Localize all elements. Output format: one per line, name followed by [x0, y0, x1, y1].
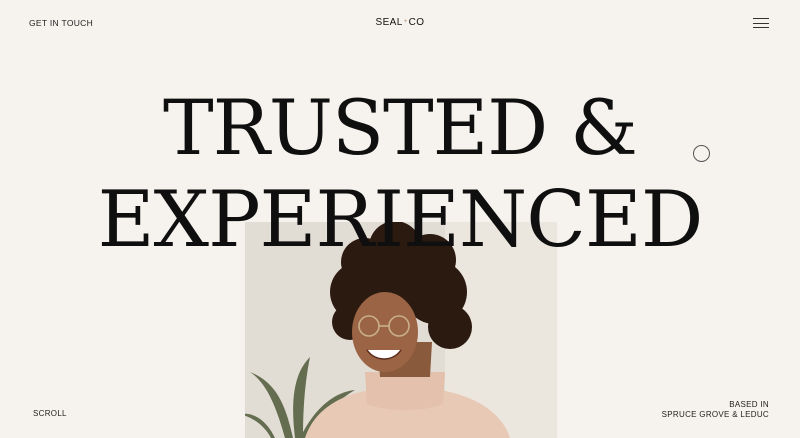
logo-mark: +	[403, 19, 408, 25]
scroll-indicator[interactable]: SCROLL	[33, 409, 67, 418]
hamburger-menu-icon[interactable]	[753, 17, 769, 29]
headline-line-1: TRUSTED &	[163, 83, 638, 172]
logo-text-left: SEAL	[375, 17, 403, 28]
circle-cursor-button[interactable]	[693, 145, 710, 162]
based-in-label: BASED IN	[729, 400, 769, 409]
menu-line	[753, 18, 769, 20]
logo[interactable]: SEAL+CO	[0, 17, 800, 28]
location-info: BASED IN SPRUCE GROVE & LEDUC	[662, 400, 769, 420]
portrait-illustration	[245, 222, 557, 438]
hero-photo	[245, 222, 557, 438]
location-text: SPRUCE GROVE & LEDUC	[661, 410, 769, 419]
menu-line	[753, 22, 769, 24]
logo-text-right: CO	[408, 17, 425, 28]
top-bar: GET IN TOUCH SEAL+CO	[0, 0, 800, 46]
menu-line	[753, 27, 769, 29]
